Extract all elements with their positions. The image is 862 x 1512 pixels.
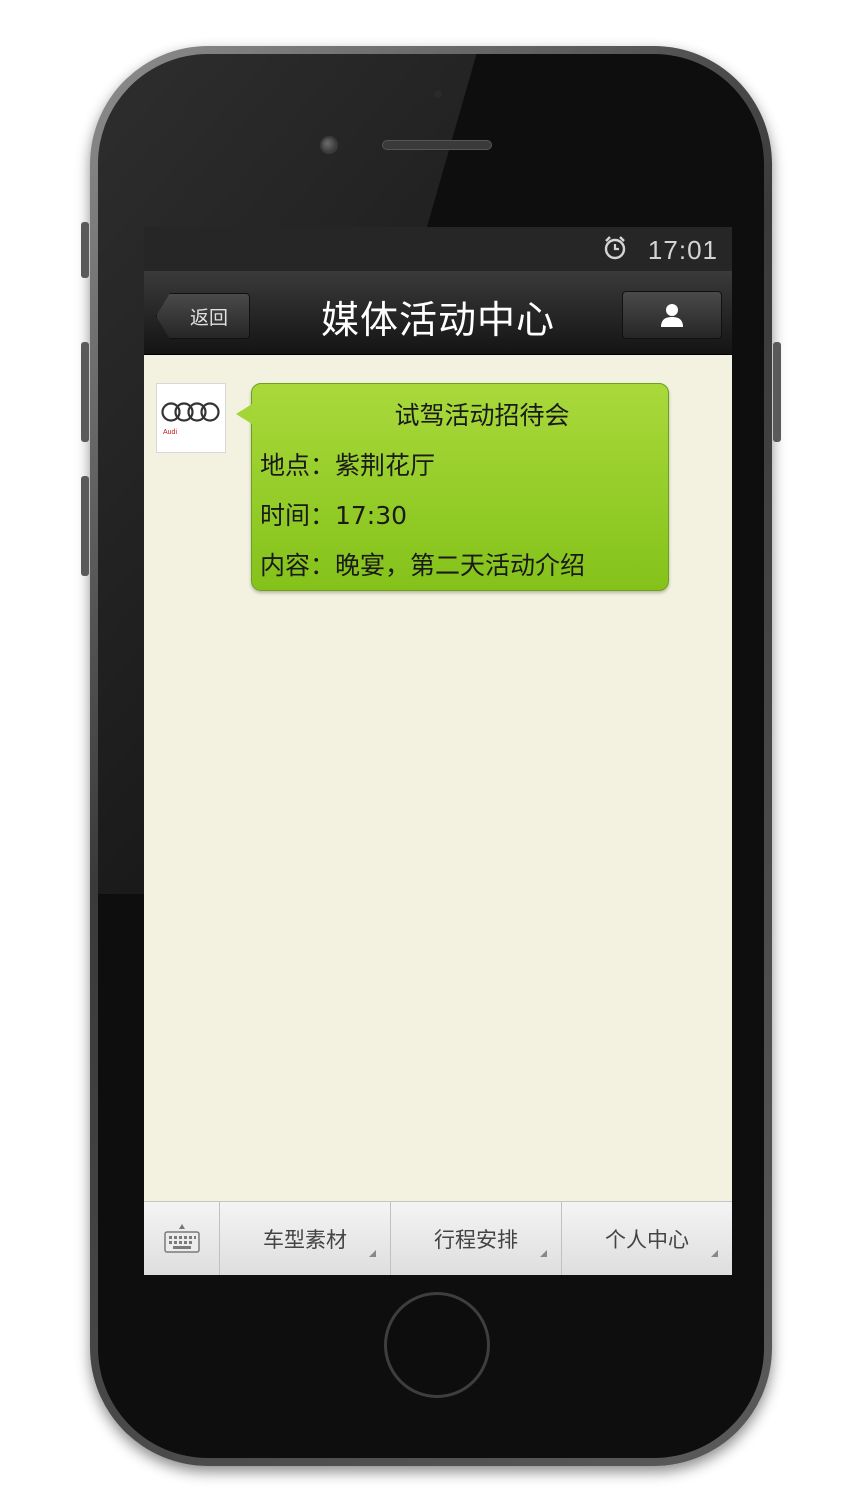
phone-frame: 17:01 返回 媒体活动中心 Audi 试驾活动招待会 地点：紫荆花厅 时间：… [81,46,781,1466]
earpiece-speaker [382,140,492,150]
chat-area: Audi 试驾活动招待会 地点：紫荆花厅 时间：17:30 内容：晚宴，第二天活… [144,355,732,1201]
audi-rings-logo [161,401,220,422]
volume-down-button [81,476,89,576]
profile-button[interactable] [622,291,722,339]
submenu-indicator-icon [369,1250,376,1257]
menu-item-label: 行程安排 [434,1227,518,1252]
avatar[interactable]: Audi [156,383,226,453]
power-button [773,342,781,442]
nav-bar: 返回 媒体活动中心 [144,271,732,355]
message-location: 地点：紫荆花厅 [260,451,436,480]
bottom-menu-bar: 车型素材 行程安排 个人中心 [144,1201,732,1275]
phone-screen: 17:01 返回 媒体活动中心 Audi 试驾活动招待会 地点：紫荆花厅 时间：… [144,227,732,1275]
status-time: 17:01 [647,235,718,265]
silent-switch [81,222,89,278]
keyboard-toggle-button[interactable] [144,1202,220,1275]
menu-item-schedule[interactable]: 行程安排 [391,1202,562,1275]
submenu-indicator-icon [540,1250,547,1257]
submenu-indicator-icon [711,1250,718,1257]
user-icon [661,304,683,327]
proximity-sensor [434,90,442,98]
home-button[interactable] [384,1292,490,1398]
message-title: 试驾活动招待会 [394,401,570,430]
avatar-brand-label: Audi [163,428,178,436]
front-camera [320,136,338,154]
status-bar: 17:01 [144,227,732,271]
phone-body: 17:01 返回 媒体活动中心 Audi 试驾活动招待会 地点：紫荆花厅 时间：… [98,54,764,1458]
menu-item-label: 个人中心 [605,1227,689,1252]
volume-up-button [81,342,89,442]
keyboard-icon [163,1223,200,1253]
message-time: 时间：17:30 [260,501,408,530]
menu-item-label: 车型素材 [263,1227,347,1252]
message-content: 内容：晚宴，第二天活动介绍 [260,551,586,580]
message-bubble[interactable]: 试驾活动招待会 地点：紫荆花厅 时间：17:30 内容：晚宴，第二天活动介绍 [236,383,669,591]
alarm-clock-icon [604,236,626,260]
menu-item-personal-center[interactable]: 个人中心 [562,1202,732,1275]
menu-item-models[interactable]: 车型素材 [220,1202,391,1275]
